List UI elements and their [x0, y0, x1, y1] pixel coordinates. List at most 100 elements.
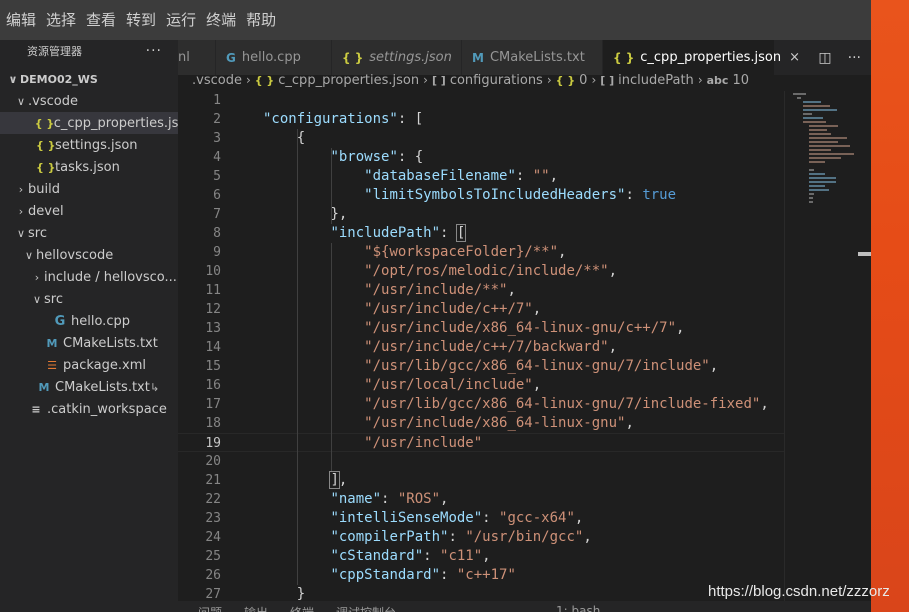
code-line[interactable]: 25 "cStandard": "c11", [178, 547, 784, 566]
code-line[interactable]: 9 "${workspaceFolder}/**", [178, 243, 784, 262]
code-token: "/usr/include" [364, 435, 483, 451]
breadcrumb-item[interactable]: c_cpp_properties.json [278, 73, 419, 88]
tree-item[interactable]: ☰ package.xml [0, 354, 178, 376]
tree-item[interactable]: ∨ src [0, 222, 178, 244]
code-line[interactable]: 24 "compilerPath": "/usr/bin/gcc", [178, 528, 784, 547]
cmake-file-icon: M [46, 336, 58, 350]
terminal-select[interactable]: 1: bash [556, 604, 600, 612]
code-token: , [574, 510, 584, 526]
tree-item[interactable]: › build [0, 178, 178, 200]
tree-item[interactable]: ∨ src [0, 288, 178, 310]
chevron-icon: ∨ [16, 226, 26, 240]
tree-item[interactable]: { } settings.json [0, 134, 178, 156]
xml-file-icon: ☰ [47, 358, 57, 372]
menu-item-3[interactable]: 转到 [126, 9, 156, 30]
chevron-icon: › [18, 204, 24, 218]
code-token: , [625, 415, 634, 431]
menu-item-5[interactable]: 终端 [206, 9, 236, 30]
panel-tab-1[interactable]: 输出 [244, 604, 268, 612]
tree-item[interactable]: ≡ .catkin_workspace [0, 398, 178, 420]
git-status-badge: ↳ [150, 380, 160, 394]
code-line[interactable]: 18 "/usr/include/x86_64-linux-gnu", [178, 414, 784, 433]
code-token: "/usr/include/x86_64-linux-gnu/c++/7" [364, 320, 677, 336]
code-line[interactable]: 6 "limitSymbolsToIncludedHeaders": true [178, 186, 784, 205]
code-line[interactable]: 3{ [178, 129, 784, 148]
code-line[interactable]: 23 "intelliSenseMode": "gcc-x64", [178, 509, 784, 528]
tree-item[interactable]: M CMakeLists.txt [0, 332, 178, 354]
code-line[interactable]: 10 "/opt/ros/melodic/include/**", [178, 262, 784, 281]
code-token: : { [397, 149, 424, 165]
code-line[interactable]: 19 "/usr/include" [178, 433, 784, 452]
code-text: "/usr/local/include", [364, 376, 541, 395]
code-line[interactable]: 27} [178, 585, 784, 601]
tree-item[interactable]: Ghello.cpp [0, 310, 178, 332]
tree-item[interactable]: ∨ DEMO02_WS [0, 68, 178, 90]
tree-item[interactable]: ∨ .vscode [0, 90, 178, 112]
code-token: "/usr/include/c++/7" [364, 301, 533, 317]
code-token: , [558, 244, 567, 260]
panel-tab-3[interactable]: 调试控制台 [336, 604, 396, 612]
minimap[interactable] [784, 91, 871, 601]
menu-item-4[interactable]: 运行 [166, 9, 196, 30]
breadcrumb-item[interactable]: .vscode [192, 73, 242, 88]
code-line[interactable]: 17 "/usr/lib/gcc/x86_64-linux-gnu/7/inclu… [178, 395, 784, 414]
tree-item[interactable]: { } tasks.json [0, 156, 178, 178]
menu-item-2[interactable]: 查看 [86, 9, 116, 30]
code-line[interactable]: 22 "name": "ROS", [178, 490, 784, 509]
tree-item[interactable]: { } c_cpp_properties.js... [0, 112, 178, 134]
tree-item[interactable]: › devel [0, 200, 178, 222]
menu-item-0[interactable]: 编辑 [6, 9, 36, 30]
code-line[interactable]: 13 "/usr/include/x86_64-linux-gnu/c++/7", [178, 319, 784, 338]
file-tree: ∨ DEMO02_WS ∨ .vscode{ } c_cpp_properties.js… [0, 68, 178, 420]
tree-item-label: hello.cpp [71, 313, 130, 329]
code-line[interactable]: 12 "/usr/include/c++/7", [178, 300, 784, 319]
code-token: "intelliSenseMode" [330, 510, 483, 526]
more-actions-icon[interactable]: ··· [848, 50, 861, 66]
code-text: "cStandard": "c11", [330, 547, 490, 566]
breadcrumb-item[interactable]: 0 [579, 73, 587, 88]
code-token: , [760, 396, 769, 412]
tree-item[interactable]: M CMakeLists.txt ↳ [0, 376, 178, 398]
code-text: ], [329, 471, 347, 490]
breadcrumb-item[interactable]: configurations [450, 73, 543, 88]
code-token: "compilerPath" [330, 529, 449, 545]
code-line[interactable]: 16 "/usr/local/include", [178, 376, 784, 395]
code-token: , [608, 339, 618, 355]
code-line[interactable]: 26 "cppStandard": "c++17" [178, 566, 784, 585]
breadcrumb-item[interactable]: includePath [618, 73, 694, 88]
code-line[interactable]: 8 "includePath": [ [178, 224, 784, 243]
code-line[interactable]: 5 "databaseFilename": "", [178, 167, 784, 186]
close-icon[interactable]: × [789, 50, 800, 65]
tree-item[interactable]: › include / hellovsco... [0, 266, 178, 288]
code-line[interactable]: 14 "/usr/include/c++/7/backward", [178, 338, 784, 357]
code-token: : [515, 168, 533, 184]
code-text: "configurations": [ [263, 110, 423, 129]
minimap-line [809, 149, 831, 151]
menu-item-6[interactable]: 帮助 [246, 9, 276, 30]
panel-tab-2[interactable]: 终端 [290, 604, 314, 612]
tree-item[interactable]: ∨ hellovscode [0, 244, 178, 266]
scrollbar-marker[interactable] [858, 252, 871, 256]
code-line[interactable]: 20 [178, 452, 784, 471]
code-line[interactable]: 1 [178, 91, 784, 110]
explorer-title: 资源管理器 [27, 45, 82, 58]
code-line[interactable]: 2 "configurations": [ [178, 110, 784, 129]
code-line[interactable]: 4 "browse": { [178, 148, 784, 167]
code-line[interactable]: 11 "/usr/include/**", [178, 281, 784, 300]
panel-tab-0[interactable]: 问题 [198, 604, 222, 612]
code-line[interactable]: 21], [178, 471, 784, 490]
breadcrumb-item[interactable]: 10 [732, 73, 749, 88]
line-number: 25 [205, 549, 221, 564]
code-line[interactable]: 7}, [178, 205, 784, 224]
code-line[interactable]: 15 "/usr/lib/gcc/x86_64-linux-gnu/7/inclu… [178, 357, 784, 376]
code-editor[interactable]: 1 2 "configurations": [3{4 "browse": {5 "dat… [178, 91, 784, 601]
line-number: 3 [213, 131, 221, 146]
code-token: "/opt/ros/melodic/include/**" [364, 263, 609, 279]
menu-item-1[interactable]: 选择 [46, 9, 76, 30]
explorer-more-icon[interactable]: ··· [146, 43, 162, 59]
split-editor-icon[interactable]: ◫ [818, 50, 831, 66]
code-text: "${workspaceFolder}/**", [364, 243, 566, 262]
code-token: "/usr/include/**" [364, 282, 508, 298]
tree-item-label: build [28, 181, 60, 197]
code-token: , [532, 377, 542, 393]
